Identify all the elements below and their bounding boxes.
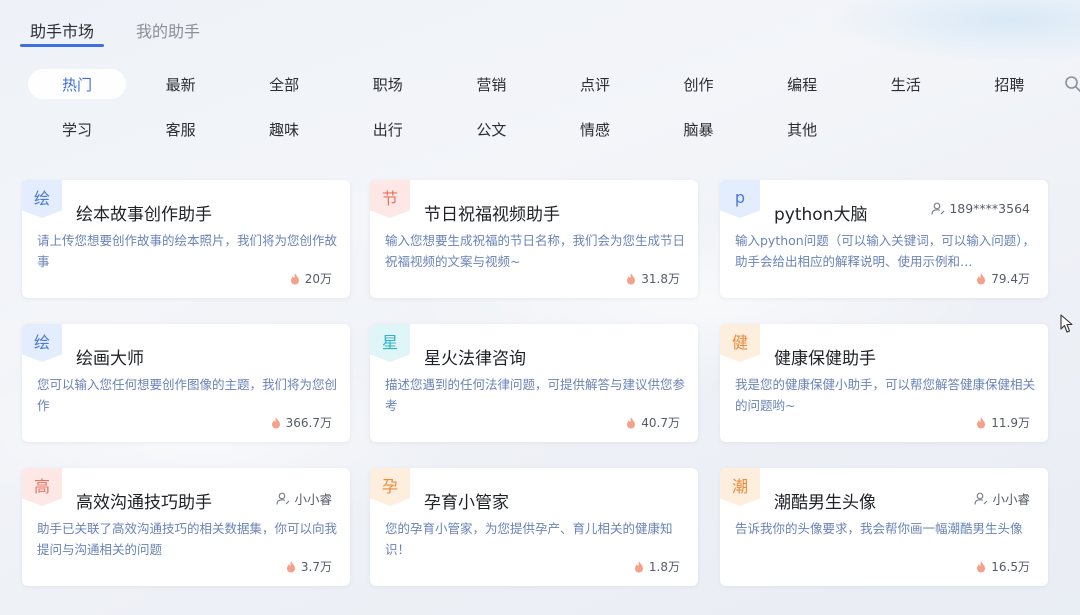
card-title: 星火法律咨询: [424, 349, 526, 369]
card-badge: p: [720, 180, 760, 218]
category-recruiting[interactable]: 招聘: [960, 69, 1058, 99]
user-icon: [276, 492, 290, 505]
card-badge: 星: [370, 324, 410, 362]
category-study[interactable]: 学习: [28, 114, 126, 144]
category-brainstorm[interactable]: 脑暴: [650, 114, 748, 144]
category-travel[interactable]: 出行: [339, 114, 437, 144]
card-count-text: 11.9万: [991, 416, 1030, 430]
category-hot[interactable]: 热门: [28, 69, 126, 99]
card-usage-count: 16.5万: [976, 558, 1030, 575]
assistant-card[interactable]: p python大脑 189****3564 输入python问题（可以输入关键…: [720, 180, 1048, 298]
mouse-cursor-icon: [1060, 314, 1073, 333]
category-creation[interactable]: 创作: [650, 69, 748, 99]
card-title: 孕育小管家: [424, 493, 509, 513]
category-life[interactable]: 生活: [857, 69, 955, 99]
search-icon[interactable]: [1064, 75, 1080, 93]
category-emotion[interactable]: 情感: [546, 114, 644, 144]
category-programming[interactable]: 编程: [753, 69, 851, 99]
fire-icon: [286, 560, 295, 572]
card-usage-count: 1.8万: [634, 558, 680, 575]
card-title: 潮酷男生头像: [774, 493, 876, 513]
fire-icon: [271, 416, 280, 428]
category-official-docs[interactable]: 公文: [442, 114, 540, 144]
fire-icon: [977, 560, 986, 572]
card-title: 绘画大师: [76, 349, 144, 369]
card-author: 小小睿: [974, 489, 1030, 508]
assistant-card[interactable]: 绘 绘本故事创作助手 请上传您想要创作故事的绘本照片，我们将为您创作故事 20万: [22, 180, 350, 298]
user-icon: [931, 202, 945, 215]
card-author: 小小睿: [276, 489, 332, 508]
card-author: 189****3564: [931, 201, 1030, 216]
assistant-card[interactable]: 高 高效沟通技巧助手 小小睿 助手已关联了高效沟通技巧的相关数据集，你可以向我提…: [22, 468, 350, 586]
card-author-name: 小小睿: [992, 492, 1030, 507]
card-count-text: 3.7万: [300, 560, 332, 574]
card-badge: 绘: [22, 180, 62, 218]
card-usage-count: 31.8万: [626, 270, 680, 287]
card-count-text: 16.5万: [991, 560, 1030, 574]
card-description: 输入您想要生成祝福的节日名称，我们会为您生成节日祝福视频的文案与视频~: [385, 233, 685, 269]
card-badge: 绘: [22, 324, 62, 362]
card-title: 节日祝福视频助手: [424, 205, 560, 225]
card-usage-count: 366.7万: [271, 414, 332, 431]
card-description: 助手已关联了高效沟通技巧的相关数据集，你可以向我提问与沟通相关的问题: [37, 521, 337, 557]
category-all[interactable]: 全部: [235, 69, 333, 99]
card-description: 描述您遇到的任何法律问题，可提供解答与建议供您参考: [385, 377, 685, 413]
category-workplace[interactable]: 职场: [339, 69, 437, 99]
card-badge: 潮: [720, 468, 760, 506]
card-badge: 高: [22, 468, 62, 506]
category-row-1: 热门 最新 全部 职场 营销 点评 创作 编程 生活 招聘: [28, 69, 1064, 99]
card-description: 请上传您想要创作故事的绘本照片，我们将为您创作故事: [37, 233, 337, 269]
assistant-card[interactable]: 节 节日祝福视频助手 输入您想要生成祝福的节日名称，我们会为您生成节日祝福视频的…: [370, 180, 698, 298]
card-usage-count: 40.7万: [626, 414, 680, 431]
card-count-text: 79.4万: [991, 272, 1030, 286]
assistant-card[interactable]: 星 星火法律咨询 描述您遇到的任何法律问题，可提供解答与建议供您参考 40.7万: [370, 324, 698, 442]
assistant-card[interactable]: 绘 绘画大师 您可以输入您任何想要创作图像的主题，我们将为您创作 366.7万: [22, 324, 350, 442]
fire-icon: [290, 272, 299, 284]
category-row-2: 学习 客服 趣味 出行 公文 情感 脑暴 其他: [28, 114, 857, 144]
card-usage-count: 20万: [290, 270, 332, 287]
tab-assistant-market[interactable]: 助手市场: [20, 0, 105, 47]
card-usage-count: 3.7万: [286, 558, 332, 575]
card-author-name: 189****3564: [949, 201, 1030, 216]
category-customer-service[interactable]: 客服: [132, 114, 230, 144]
category-review[interactable]: 点评: [546, 69, 644, 99]
assistant-card[interactable]: 孕 孕育小管家 您的孕育小管家，为您提供孕产、育儿相关的健康知识！ 1.8万: [370, 468, 698, 586]
user-icon: [974, 492, 988, 505]
card-description: 您的孕育小管家，为您提供孕产、育儿相关的健康知识！: [385, 521, 673, 557]
fire-icon: [977, 272, 986, 284]
card-description: 我是您的健康保健小助手，可以帮您解答健康保健相关的问题哟~: [735, 377, 1035, 413]
category-newest[interactable]: 最新: [132, 69, 230, 99]
card-title: 高效沟通技巧助手: [76, 493, 212, 513]
card-description: 您可以输入您任何想要创作图像的主题，我们将为您创作: [37, 377, 337, 413]
card-count-text: 40.7万: [641, 416, 680, 430]
fire-icon: [977, 416, 986, 428]
card-badge: 孕: [370, 468, 410, 506]
card-description: 告诉我你的头像要求，我会帮你画一幅潮酷男生头像: [735, 521, 1023, 536]
card-usage-count: 79.4万: [976, 270, 1030, 287]
category-marketing[interactable]: 营销: [442, 69, 540, 99]
card-author-name: 小小睿: [294, 492, 332, 507]
card-title: 健康保健助手: [774, 349, 876, 369]
card-title: python大脑: [774, 205, 868, 225]
card-count-text: 31.8万: [641, 272, 680, 286]
category-fun[interactable]: 趣味: [235, 114, 333, 144]
card-usage-count: 11.9万: [976, 414, 1030, 431]
fire-icon: [627, 416, 636, 428]
card-description: 输入python问题（可以输入关键词，可以输入问题），助手会给出相应的解释说明、…: [735, 233, 1035, 269]
fire-icon: [627, 272, 636, 284]
tab-my-assistants[interactable]: 我的助手: [126, 0, 210, 47]
assistant-card[interactable]: 潮 潮酷男生头像 小小睿 告诉我你的头像要求，我会帮你画一幅潮酷男生头像 16.…: [720, 468, 1048, 586]
card-count-text: 1.8万: [648, 560, 680, 574]
card-count-text: 366.7万: [285, 416, 332, 430]
card-badge: 健: [720, 324, 760, 362]
card-badge: 节: [370, 180, 410, 218]
fire-icon: [634, 560, 643, 572]
card-count-text: 20万: [304, 272, 332, 286]
category-other[interactable]: 其他: [753, 114, 851, 144]
card-title: 绘本故事创作助手: [76, 205, 212, 225]
assistant-card[interactable]: 健 健康保健助手 我是您的健康保健小助手，可以帮您解答健康保健相关的问题哟~ 1…: [720, 324, 1048, 442]
top-tab-bar: 助手市场 我的助手: [20, 0, 210, 47]
